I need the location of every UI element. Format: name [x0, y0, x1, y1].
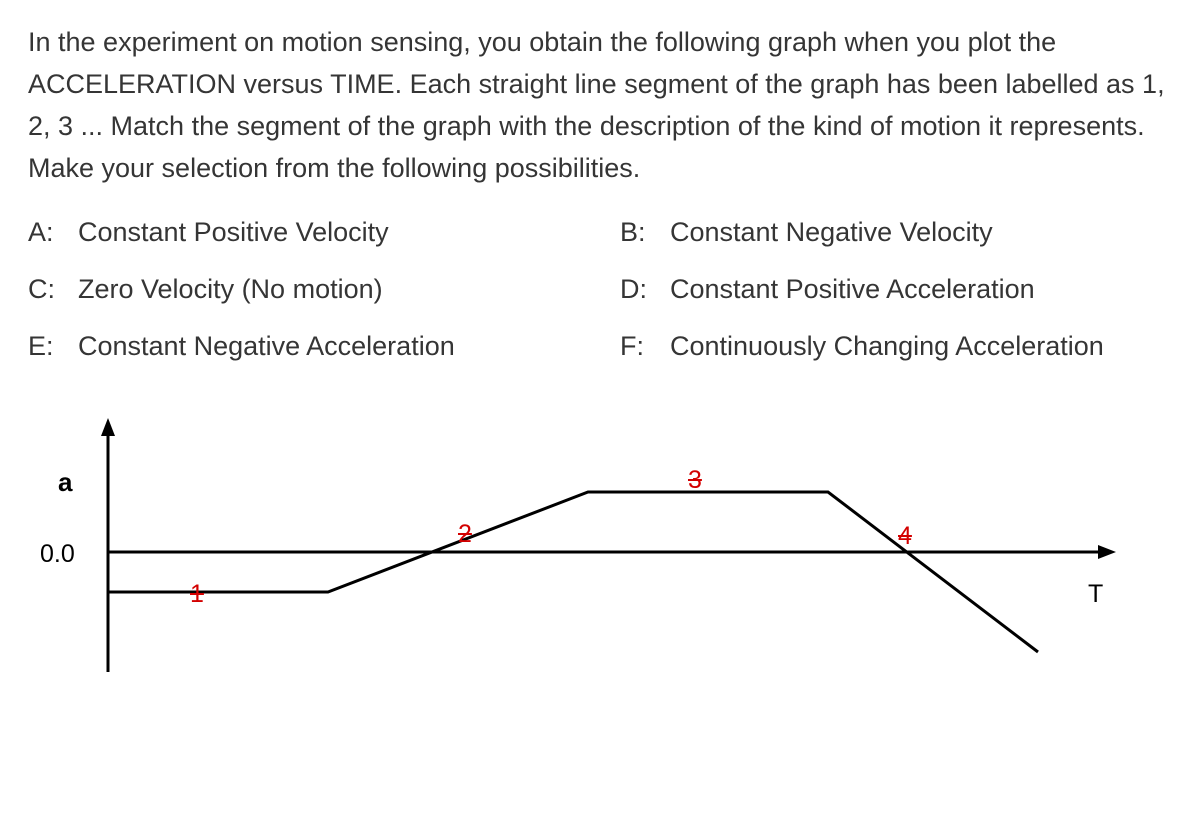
option-d: D: Constant Positive Acceleration: [620, 274, 1172, 305]
question-prompt: In the experiment on motion sensing, you…: [28, 22, 1172, 189]
segment-label-1: 1: [190, 580, 204, 609]
data-path: [108, 492, 1038, 652]
option-f-key: F:: [620, 331, 654, 362]
options-grid: A: Constant Positive Velocity B: Constan…: [28, 217, 1172, 362]
option-c-key: C:: [28, 274, 62, 305]
option-f: F: Continuously Changing Acceleration: [620, 331, 1172, 362]
segment-label-2: 2: [458, 520, 472, 549]
option-a-text: Constant Positive Velocity: [78, 217, 389, 248]
option-e-text: Constant Negative Acceleration: [78, 331, 455, 362]
segment-label-3: 3: [688, 466, 702, 495]
option-b-text: Constant Negative Velocity: [670, 217, 993, 248]
option-b-key: B:: [620, 217, 654, 248]
option-a: A: Constant Positive Velocity: [28, 217, 580, 248]
acceleration-time-graph: a 0.0 T 1 2 3 4: [28, 412, 1148, 682]
option-d-key: D:: [620, 274, 654, 305]
graph-svg: [28, 412, 1148, 682]
option-f-text: Continuously Changing Acceleration: [670, 331, 1104, 362]
option-d-text: Constant Positive Acceleration: [670, 274, 1035, 305]
option-c-text: Zero Velocity (No motion): [78, 274, 383, 305]
x-axis-label: T: [1088, 580, 1103, 609]
option-a-key: A:: [28, 217, 62, 248]
option-c: C: Zero Velocity (No motion): [28, 274, 580, 305]
option-e: E: Constant Negative Acceleration: [28, 331, 580, 362]
y-axis-label: a: [58, 467, 72, 498]
option-e-key: E:: [28, 331, 62, 362]
segment-label-4: 4: [898, 522, 912, 551]
zero-tick-label: 0.0: [40, 540, 75, 569]
option-b: B: Constant Negative Velocity: [620, 217, 1172, 248]
